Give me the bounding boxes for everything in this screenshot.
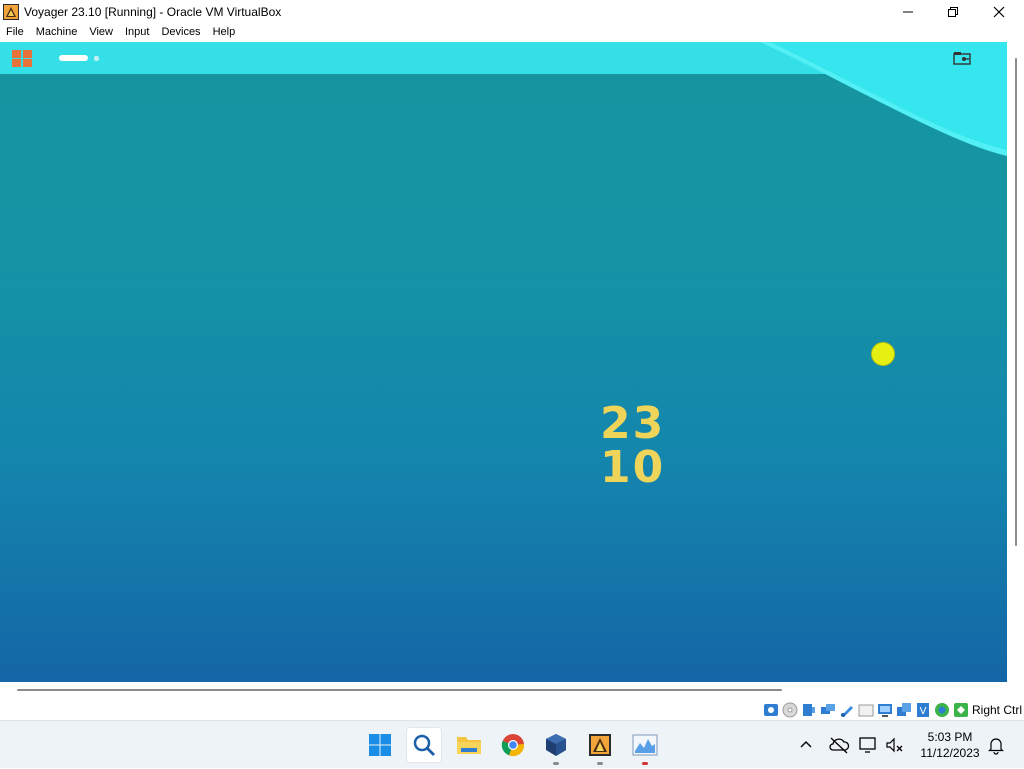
show-hidden-icons-chevron-icon[interactable] [796,735,816,755]
windows-start-icon [369,734,391,756]
horizontal-scrollbar-thumb[interactable] [17,689,782,691]
menu-help[interactable]: Help [207,23,242,42]
host-key-label: Right Ctrl [971,703,1022,717]
attention-indicator [642,762,648,765]
guest-wave-decoration [760,42,1007,156]
display-icon[interactable] [877,702,893,718]
vm-display[interactable]: 23 10 [0,42,1007,682]
task-manager-button[interactable] [627,727,663,765]
menu-devices[interactable]: Devices [155,23,206,42]
volume-muted-icon[interactable] [884,735,906,755]
optical-drive-icon[interactable] [782,702,798,718]
mouse-cursor [871,342,895,366]
virtualbox-vm-button[interactable] [582,727,618,765]
restore-icon [948,6,958,17]
running-indicator [553,762,559,765]
hard-disk-icon[interactable] [763,702,779,718]
virtualbox-vm-icon [589,734,611,756]
maximize-button[interactable] [930,0,976,23]
guest-workspace-indicator[interactable] [94,56,99,61]
display-network-icon[interactable] [858,735,880,755]
cpu-icon[interactable]: V [915,702,931,718]
vm-status-bar: V Right Ctrl [0,700,1024,720]
menu-input[interactable]: Input [119,23,155,42]
start-button[interactable] [362,727,398,763]
vertical-scrollbar-thumb[interactable] [1015,58,1017,546]
close-button[interactable] [976,0,1022,23]
audio-icon[interactable] [801,702,817,718]
running-indicator [597,762,603,765]
notifications-bell-icon[interactable] [986,735,1006,755]
guest-workspace-indicator-active[interactable] [59,55,88,61]
menu-view[interactable]: View [83,23,119,42]
minimize-icon [903,11,913,12]
menu-bar: File Machine View Input Devices Help [0,23,1024,42]
windows-taskbar: 5:03 PM 11/12/2023 [0,720,1024,768]
virtualbox-icon [546,734,566,756]
guest-menu-logo-icon[interactable] [12,50,32,67]
clock-time: 5:03 PM [927,730,973,744]
onedrive-offline-icon[interactable] [828,735,850,755]
guest-tray-icon[interactable] [953,51,971,65]
network-icon[interactable] [820,702,836,718]
clock-date: 11/12/2023 [920,746,980,760]
close-icon [993,6,1005,17]
file-explorer-button[interactable] [451,727,487,763]
minimize-button[interactable] [885,0,931,23]
mouse-integration-icon[interactable] [934,702,950,718]
version-logo: 23 10 [600,402,696,490]
window-title: Voyager 23.10 [Running] - Oracle VM Virt… [24,4,282,19]
menu-file[interactable]: File [0,23,30,42]
usb-icon[interactable] [839,702,855,718]
chrome-icon [501,734,525,757]
virtualbox-app-icon [3,3,19,20]
horizontal-scrollbar[interactable] [0,682,1024,700]
version-major: 23 [600,398,666,449]
recording-icon[interactable] [896,702,912,718]
taskbar-clock[interactable]: 5:03 PM 11/12/2023 [914,729,986,761]
task-manager-icon [632,734,658,756]
search-icon [413,734,435,756]
virtualbox-manager-button[interactable] [538,727,574,765]
window-titlebar: Voyager 23.10 [Running] - Oracle VM Virt… [0,0,1024,23]
keyboard-icon[interactable] [953,702,969,718]
file-explorer-icon [457,737,481,754]
system-tray [796,721,906,769]
search-button[interactable] [406,727,442,763]
chrome-button[interactable] [495,727,531,763]
shared-folders-icon[interactable] [858,702,874,718]
svg-text:V: V [920,706,927,717]
menu-machine[interactable]: Machine [30,23,84,42]
version-minor: 10 [600,442,666,493]
